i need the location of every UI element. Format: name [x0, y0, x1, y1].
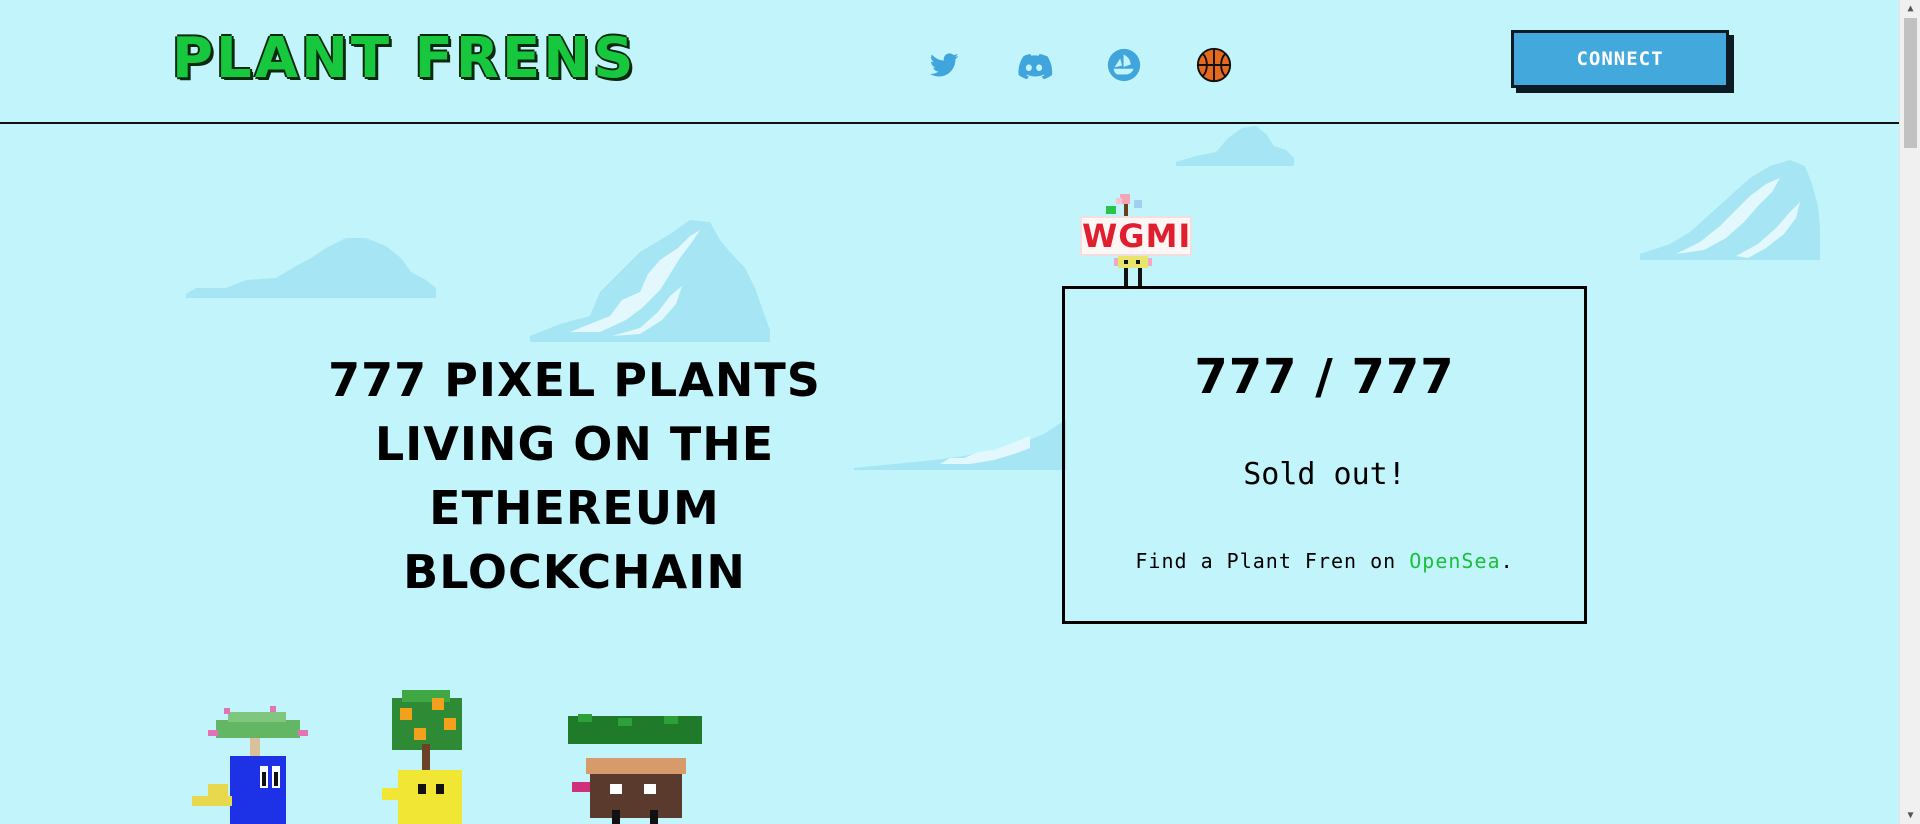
cloud-top-center — [1176, 126, 1294, 166]
basketball-icon — [1196, 47, 1232, 83]
vertical-scrollbar[interactable]: ▲ ▼ — [1899, 0, 1920, 824]
plant-bonsai-blue-image — [192, 706, 308, 824]
social-links — [925, 46, 1233, 84]
plant-orange-tree-image — [382, 690, 462, 824]
headline-line: LIVING ON THE — [374, 417, 775, 471]
mascot-legs — [1114, 256, 1152, 286]
wgmi-sign: WGMI — [1080, 216, 1192, 256]
scrollbar-thumb[interactable] — [1904, 18, 1917, 148]
opensea-link-icon[interactable] — [1105, 46, 1143, 84]
opensea-icon — [1107, 48, 1141, 82]
scroll-up-icon[interactable]: ▲ — [1900, 0, 1920, 17]
headline-line: 777 PIXEL PLANTS — [328, 353, 821, 407]
minted-count: 777 / 777 — [1194, 349, 1455, 405]
connect-button[interactable]: CONNECT — [1511, 30, 1729, 88]
scroll-down-icon[interactable]: ▼ — [1900, 807, 1920, 824]
discord-icon — [1018, 53, 1053, 80]
cloud-large-left — [530, 220, 770, 342]
site-logo[interactable]: PLANT FRENS — [172, 26, 636, 92]
cloud-top-right — [1640, 160, 1820, 260]
discord-link[interactable] — [1015, 46, 1053, 84]
page: PLANT FRENS CONNECT 777 PIXEL PLANTS LIV… — [0, 0, 1899, 824]
find-prefix: Find a Plant Fren on — [1135, 549, 1410, 573]
basketball-link[interactable] — [1195, 46, 1233, 84]
opensea-link[interactable]: OpenSea — [1409, 549, 1500, 573]
twitter-link[interactable] — [925, 46, 963, 84]
twitter-icon — [929, 53, 959, 77]
find-suffix: . — [1500, 549, 1514, 573]
sold-out-status: Sold out! — [1243, 457, 1406, 492]
headline-line: ETHEREUM BLOCKCHAIN — [403, 481, 746, 599]
cloud-small-left — [186, 238, 436, 298]
site-header: PLANT FRENS CONNECT — [0, 0, 1899, 124]
find-on-opensea-text: Find a Plant Fren on OpenSea. — [1065, 549, 1584, 573]
plant-potted-image — [568, 714, 702, 824]
mint-status-card: 777 / 777 Sold out! Find a Plant Fren on… — [1062, 286, 1587, 624]
hero-headline: 777 PIXEL PLANTS LIVING ON THE ETHEREUM … — [262, 348, 887, 604]
